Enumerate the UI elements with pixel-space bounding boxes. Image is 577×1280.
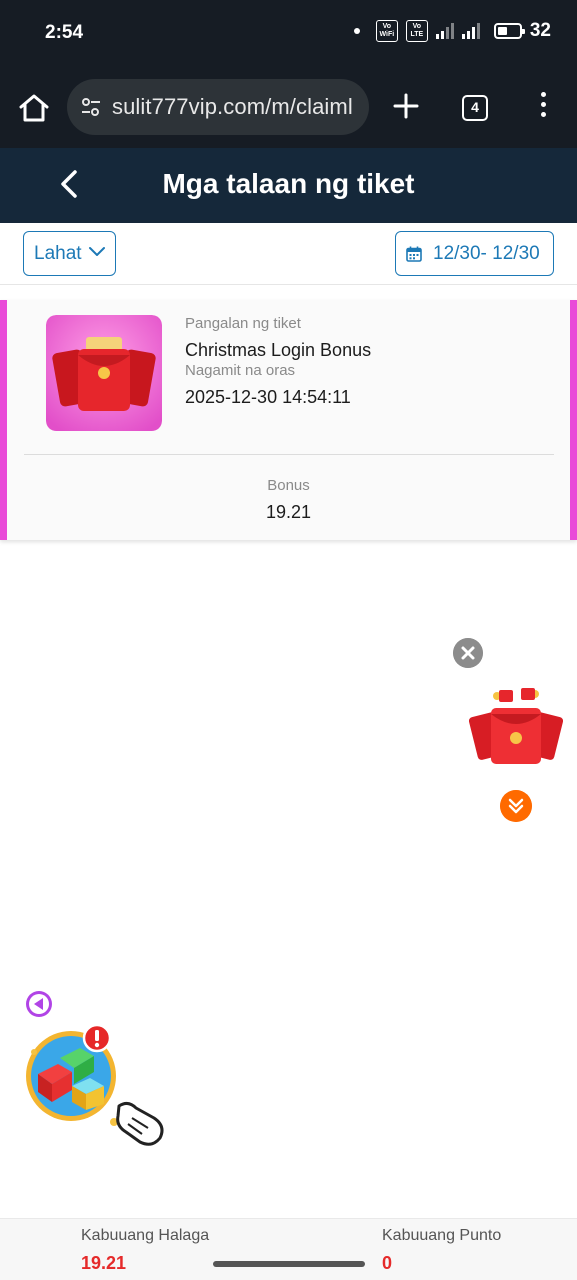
double-chevron-down-icon[interactable] bbox=[500, 790, 532, 822]
ticket-name: Christmas Login Bonus bbox=[185, 340, 372, 360]
vowifi-icon: Vo WiFi bbox=[375, 20, 398, 42]
total-points-label: Kabuuang Punto bbox=[382, 1227, 502, 1244]
calendar-icon bbox=[406, 246, 422, 262]
status-time: 2:54 bbox=[45, 22, 84, 43]
total-amount-value: 19.21 bbox=[81, 1253, 127, 1273]
red-envelope-promo-icon[interactable] bbox=[469, 686, 563, 768]
notification-dot-icon bbox=[353, 28, 360, 34]
used-time: 2025-12-30 14:54:11 bbox=[185, 387, 351, 407]
bonus-label: Bonus bbox=[267, 477, 310, 494]
summary-bar: Kabuuang Halaga 19.21 Kabuuang Punto 0 bbox=[0, 1218, 577, 1280]
browser-toolbar: sulit777vip.com/m/claiml 4 bbox=[0, 64, 577, 148]
status-icons: Vo WiFi Vo LTE 32 bbox=[353, 20, 551, 42]
total-points-value: 0 bbox=[382, 1253, 393, 1273]
app-screen: 2:54 Vo WiFi Vo LTE 32 sulit777vip.com/m/c… bbox=[0, 0, 577, 1280]
more-vertical-icon[interactable] bbox=[536, 92, 550, 122]
battery-icon bbox=[493, 23, 525, 39]
bonus-value: 19.21 bbox=[265, 502, 312, 522]
plus-icon[interactable] bbox=[390, 90, 422, 122]
collapse-left-icon[interactable] bbox=[25, 990, 53, 1018]
type-filter-label: Lahat bbox=[34, 243, 82, 264]
signal-icon bbox=[461, 23, 480, 39]
tab-switcher-button[interactable]: 4 bbox=[462, 95, 488, 121]
tune-icon[interactable] bbox=[79, 95, 103, 119]
home-icon[interactable] bbox=[14, 88, 54, 128]
volte-icon: Vo LTE bbox=[405, 20, 428, 42]
date-range-picker[interactable]: 12/30- 12/30 bbox=[395, 231, 554, 276]
url-text[interactable]: sulit777vip.com/m/claiml bbox=[112, 94, 364, 120]
close-icon[interactable] bbox=[453, 638, 483, 668]
page-title: Mga talaan ng tiket bbox=[162, 168, 415, 199]
chevron-down-icon bbox=[89, 247, 105, 256]
gesture-home-indicator[interactable] bbox=[213, 1261, 365, 1267]
mystery-box-game-icon[interactable] bbox=[24, 1022, 169, 1150]
ticket-record-card: Pangalan ng tiket Christmas Login Bonus … bbox=[0, 300, 577, 540]
total-amount-label: Kabuuang Halaga bbox=[81, 1227, 210, 1244]
battery-level: 32 bbox=[529, 20, 551, 41]
type-filter-dropdown[interactable]: Lahat bbox=[23, 231, 116, 276]
signal-icon bbox=[435, 23, 454, 39]
status-bar: 2:54 Vo WiFi Vo LTE 32 bbox=[0, 0, 577, 64]
filter-row: Lahat 12/30- 12/30 bbox=[0, 223, 577, 285]
page-header: Mga talaan ng tiket bbox=[0, 148, 577, 223]
red-envelope-icon bbox=[46, 315, 162, 431]
divider bbox=[24, 454, 554, 455]
ticket-name-label: Pangalan ng tiket bbox=[185, 315, 301, 332]
address-bar[interactable]: sulit777vip.com/m/claiml bbox=[67, 79, 369, 135]
used-time-label: Nagamit na oras bbox=[185, 362, 296, 379]
date-range-text: 12/30- 12/30 bbox=[433, 243, 540, 264]
